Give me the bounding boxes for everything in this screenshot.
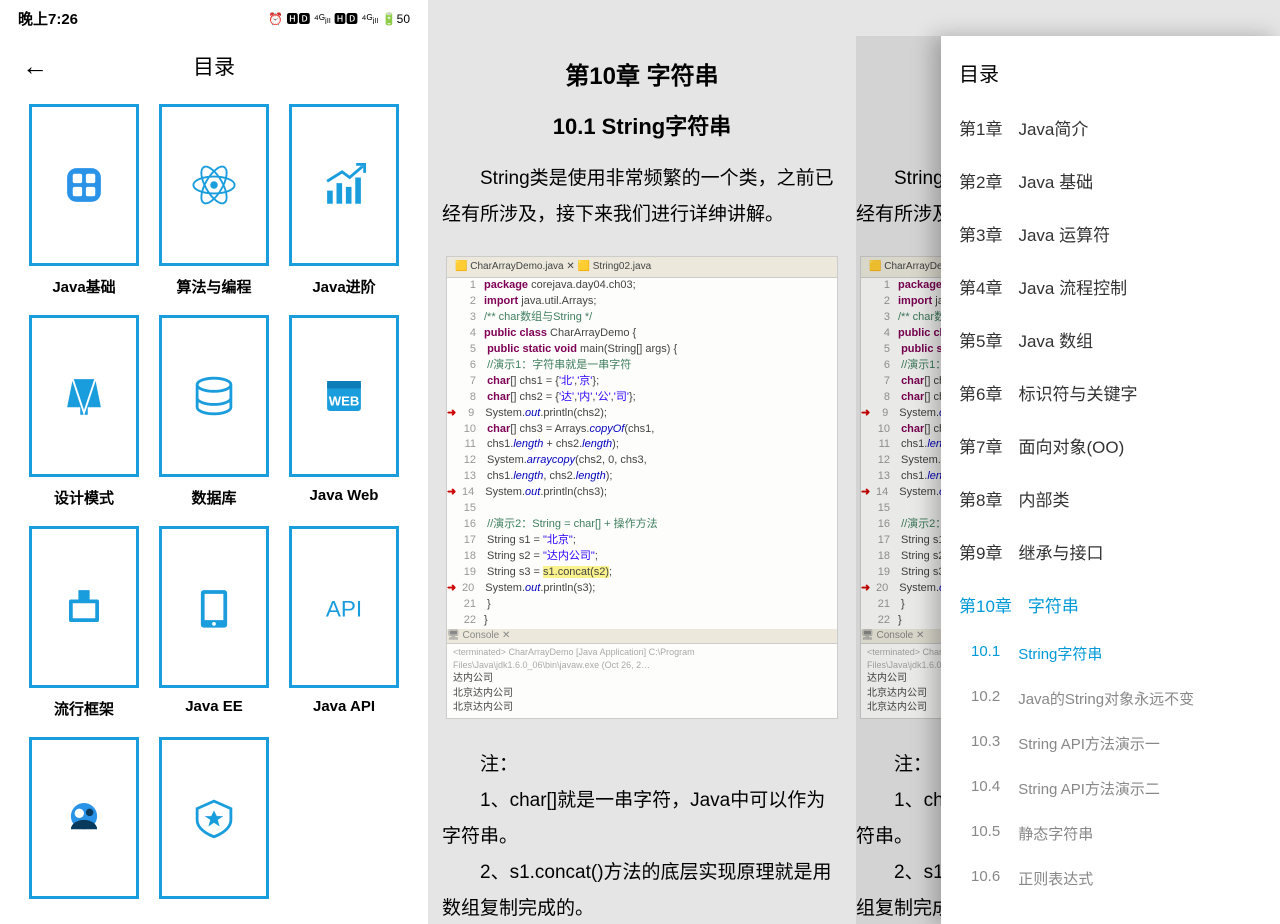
category-card[interactable]: 算法与编程 (154, 104, 274, 297)
chapter-title: 第10章 字符串 (442, 54, 842, 100)
card-icon (29, 526, 139, 688)
toc-title: 目录 (941, 36, 1280, 101)
svg-text:API: API (326, 596, 362, 621)
svg-text:WEB: WEB (329, 393, 360, 408)
card-icon (29, 315, 139, 477)
card-label: Java API (313, 698, 375, 715)
category-card[interactable] (154, 737, 274, 909)
toc-drawer[interactable]: 目录 第1章Java简介第2章Java 基础第3章Java 运算符第4章Java… (941, 36, 1280, 924)
nav-bar: ← 目录 (0, 36, 428, 96)
toc-section[interactable]: 10.4String API方法演示二 (941, 766, 1280, 811)
toc-chapter[interactable]: 第5章Java 数组 (941, 313, 1280, 366)
card-label: 设计模式 (54, 487, 114, 508)
card-label: 数据库 (191, 487, 236, 508)
card-label: Java EE (185, 698, 243, 715)
status-bar: 晚上7:26 ⏰ 🅷🅳 ⁴ᴳᵢₗₗ 🅷🅳 ⁴ᴳᵢₗₗ 🔋50 (0, 0, 428, 36)
intro-text: String类是使用非常频繁的一个类，之前已经有所涉及，接下来我们进行详绅讲解。 (442, 161, 842, 233)
section-title: 10.1 String字符串 (442, 106, 842, 148)
toc-section[interactable]: 10.6正则表达式 (941, 856, 1280, 901)
status-icons: ⏰ 🅷🅳 ⁴ᴳᵢₗₗ 🅷🅳 ⁴ᴳᵢₗₗ 🔋50 (268, 10, 410, 27)
category-card[interactable]: Java EE (154, 526, 274, 719)
toc-chapter[interactable]: 第9章继承与接口 (941, 525, 1280, 578)
note-1: 1、char[]就是一串字符，Java中可以作为字符串。 (442, 783, 842, 855)
card-icon (159, 526, 269, 688)
category-card[interactable]: Java进阶 (284, 104, 404, 297)
category-card[interactable]: 流行框架 (24, 526, 144, 719)
toc-chapter[interactable]: 第4章Java 流程控制 (941, 260, 1280, 313)
document[interactable]: 第10章 字符串 10.1 String字符串 String类是使用非常频繁的一… (428, 36, 856, 924)
category-card[interactable]: Java基础 (24, 104, 144, 297)
status-time: 晚上7:26 (18, 8, 78, 29)
toc-chapter[interactable]: 第1章Java简介 (941, 101, 1280, 154)
toc-section[interactable]: 10.1String字符串 (941, 631, 1280, 676)
toc-chapter[interactable]: 第6章标识符与关键字 (941, 366, 1280, 419)
category-card[interactable]: 数据库 (154, 315, 274, 508)
card-icon (159, 737, 269, 899)
category-card[interactable] (24, 737, 144, 909)
card-label: Java Web (310, 487, 379, 504)
card-icon (29, 104, 139, 266)
card-icon: API (289, 526, 399, 688)
card-label: 流行框架 (54, 698, 114, 719)
card-icon (159, 315, 269, 477)
editor-tabs: 🟨 CharArrayDemo.java ✕ 🟨 String02.java (447, 257, 837, 279)
page-title: 目录 (22, 51, 406, 81)
code-screenshot: 🟨 CharArrayDemo.java ✕ 🟨 String02.java 1… (446, 256, 838, 719)
card-label: Java进阶 (312, 276, 375, 297)
toc-chapter[interactable]: 第3章Java 运算符 (941, 207, 1280, 260)
toc-section[interactable]: 10.5静态字符串 (941, 811, 1280, 856)
card-icon (29, 737, 139, 899)
category-grid: Java基础 算法与编程 Java进阶设计模式 数据库 WEB Java Web 流行框架 J… (0, 96, 428, 917)
reader-screen: 第10章 字符串 10.1 String字符串 String类是使用非常频繁的一… (428, 0, 856, 924)
toc-drawer-screen: 第10章 字符串 10.1 String字符串 String类是使用非常频繁的一… (856, 0, 1280, 924)
category-card[interactable]: WEB Java Web (284, 315, 404, 508)
card-icon (289, 104, 399, 266)
category-card[interactable]: API Java API (284, 526, 404, 719)
console-output: <terminated> CharArrayDemo [Java Applica… (447, 643, 837, 718)
toc-chapter[interactable]: 第8章内部类 (941, 472, 1280, 525)
toc-chapter[interactable]: 第10章字符串 (941, 578, 1280, 631)
note-2: 2、s1.concat()方法的底层实现原理就是用数组复制完成的。 (442, 855, 842, 924)
category-card[interactable]: 设计模式 (24, 315, 144, 508)
note-heading: 注： (442, 747, 842, 783)
card-label: 算法与编程 (176, 276, 251, 297)
toc-section[interactable]: 10.3String API方法演示一 (941, 721, 1280, 766)
card-label: Java基础 (52, 276, 115, 297)
catalog-screen: 晚上7:26 ⏰ 🅷🅳 ⁴ᴳᵢₗₗ 🅷🅳 ⁴ᴳᵢₗₗ 🔋50 ← 目录 Java… (0, 0, 428, 924)
console-header: 🖥 Console ✕ (447, 629, 837, 644)
card-icon: WEB (289, 315, 399, 477)
toc-section[interactable]: 10.2Java的String对象永远不变 (941, 676, 1280, 721)
card-icon (159, 104, 269, 266)
toc-chapter[interactable]: 第2章Java 基础 (941, 154, 1280, 207)
toc-chapter[interactable]: 第7章面向对象(OO) (941, 419, 1280, 472)
